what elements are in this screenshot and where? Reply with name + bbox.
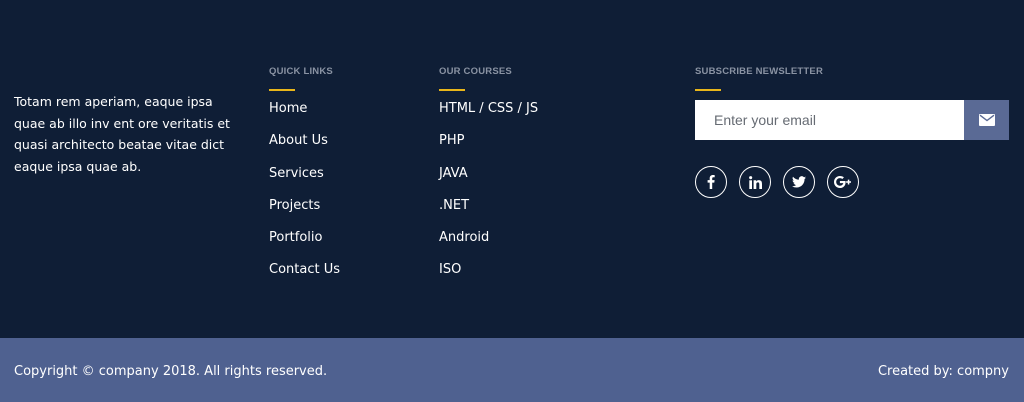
- social-links: [695, 166, 859, 198]
- quick-link-services[interactable]: Services: [269, 164, 419, 196]
- newsletter-submit-button[interactable]: [964, 100, 1009, 140]
- quick-link-about-us[interactable]: About Us: [269, 131, 419, 163]
- copyright-text: Copyright © company 2018. All rights res…: [14, 364, 328, 379]
- course-link-android[interactable]: Android: [439, 228, 639, 260]
- course-link-java[interactable]: JAVA: [439, 164, 639, 196]
- quick-links-column: QUICK LINKS Home About Us Services Proje…: [269, 66, 419, 293]
- course-link-php[interactable]: PHP: [439, 131, 639, 163]
- quick-links-heading: QUICK LINKS: [269, 66, 333, 77]
- twitter-icon: [792, 176, 806, 188]
- course-link-html-css-js[interactable]: HTML / CSS / JS: [439, 99, 639, 131]
- twitter-button[interactable]: [783, 166, 815, 198]
- quick-links-list: Home About Us Services Projects Portfoli…: [269, 99, 419, 293]
- newsletter-form: [695, 100, 1009, 140]
- course-link-dotnet[interactable]: .NET: [439, 196, 639, 228]
- quick-link-contact-us[interactable]: Contact Us: [269, 260, 419, 292]
- quick-link-projects[interactable]: Projects: [269, 196, 419, 228]
- facebook-icon: [707, 175, 715, 189]
- google-plus-button[interactable]: [827, 166, 859, 198]
- about-text: Totam rem aperiam, eaque ipsa quae ab il…: [14, 94, 230, 174]
- courses-heading: OUR COURSES: [439, 66, 512, 77]
- heading-accent-bar: [439, 89, 465, 91]
- course-link-iso[interactable]: ISO: [439, 260, 639, 292]
- footer-bottom-bar: Copyright © company 2018. All rights res…: [0, 338, 1024, 402]
- heading-accent-bar: [269, 89, 295, 91]
- google-plus-icon: [834, 176, 851, 188]
- linkedin-button[interactable]: [739, 166, 771, 198]
- courses-column: OUR COURSES HTML / CSS / JS PHP JAVA .NE…: [439, 66, 639, 293]
- quick-link-portfolio[interactable]: Portfolio: [269, 228, 419, 260]
- facebook-button[interactable]: [695, 166, 727, 198]
- courses-list: HTML / CSS / JS PHP JAVA .NET Android IS…: [439, 99, 639, 293]
- newsletter-heading: SUBSCRIBE NEWSLETTER: [695, 66, 824, 77]
- credit-text: Created by: compny: [877, 364, 1009, 379]
- linkedin-icon: [748, 175, 762, 189]
- heading-accent-bar: [695, 89, 721, 91]
- newsletter-email-input[interactable]: [695, 100, 964, 140]
- newsletter-column: SUBSCRIBE NEWSLETTER: [695, 66, 1009, 198]
- envelope-icon: [978, 114, 995, 126]
- quick-link-home[interactable]: Home: [269, 99, 419, 131]
- site-footer: Totam rem aperiam, eaque ipsa quae ab il…: [0, 0, 1024, 338]
